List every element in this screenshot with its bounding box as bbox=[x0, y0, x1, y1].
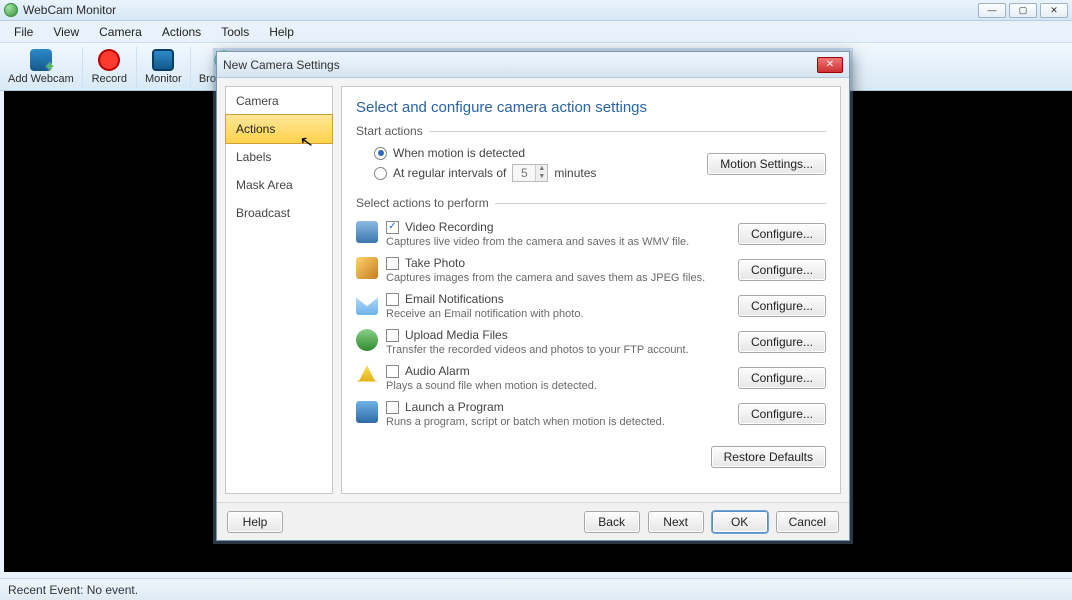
minimize-button[interactable]: — bbox=[978, 3, 1006, 18]
ok-button[interactable]: OK bbox=[712, 511, 768, 533]
new-camera-settings-dialog: New Camera Settings ✕ Camera Actions Lab… bbox=[216, 51, 850, 541]
menu-help[interactable]: Help bbox=[259, 22, 304, 42]
action-desc: Captures images from the camera and save… bbox=[386, 272, 730, 284]
action-title: Audio Alarm bbox=[405, 364, 470, 378]
action-video-recording: Video Recording Captures live video from… bbox=[356, 216, 826, 252]
nav-mask-area[interactable]: Mask Area bbox=[226, 171, 332, 199]
next-button[interactable]: Next bbox=[648, 511, 704, 533]
menu-tools[interactable]: Tools bbox=[211, 22, 259, 42]
checkbox-alarm[interactable] bbox=[386, 365, 399, 378]
configure-alarm-button[interactable]: Configure... bbox=[738, 367, 826, 389]
action-desc: Receive an Email notification with photo… bbox=[386, 308, 730, 320]
checkbox-launch[interactable] bbox=[386, 401, 399, 414]
toolbar-record-label: Record bbox=[91, 73, 128, 85]
action-launch-program: Launch a Program Runs a program, script … bbox=[356, 396, 826, 432]
checkbox-email[interactable] bbox=[386, 293, 399, 306]
action-desc: Transfer the recorded videos and photos … bbox=[386, 344, 730, 356]
radio-interval-post: minutes bbox=[554, 166, 596, 180]
toolbar-monitor-label: Monitor bbox=[145, 73, 182, 85]
select-actions-group: Select actions to perform Video Recordin… bbox=[356, 196, 826, 468]
action-audio-alarm: Audio Alarm Plays a sound file when moti… bbox=[356, 360, 826, 396]
monitor-icon bbox=[152, 49, 174, 71]
action-title: Upload Media Files bbox=[405, 328, 508, 342]
radio-interval-pre: At regular intervals of bbox=[393, 166, 506, 180]
radio-motion-detected[interactable] bbox=[374, 147, 387, 160]
dialog-titlebar: New Camera Settings ✕ bbox=[217, 52, 849, 78]
select-actions-legend: Select actions to perform bbox=[356, 196, 826, 210]
checkbox-take-photo[interactable] bbox=[386, 257, 399, 270]
menubar: File View Camera Actions Tools Help bbox=[0, 21, 1072, 43]
action-email-notifications: Email Notifications Receive an Email not… bbox=[356, 288, 826, 324]
action-title: Launch a Program bbox=[405, 400, 504, 414]
action-take-photo: Take Photo Captures images from the came… bbox=[356, 252, 826, 288]
back-button[interactable]: Back bbox=[584, 511, 640, 533]
titlebar: WebCam Monitor — ▢ ✕ bbox=[0, 0, 1072, 21]
menu-file[interactable]: File bbox=[4, 22, 43, 42]
interval-value: 5 bbox=[513, 166, 535, 180]
maximize-button[interactable]: ▢ bbox=[1009, 3, 1037, 18]
action-desc: Runs a program, script or batch when mot… bbox=[386, 416, 730, 428]
bell-icon bbox=[356, 365, 378, 387]
restore-defaults-button[interactable]: Restore Defaults bbox=[711, 446, 826, 468]
menu-view[interactable]: View bbox=[43, 22, 89, 42]
app-title: WebCam Monitor bbox=[23, 3, 975, 17]
action-desc: Captures live video from the camera and … bbox=[386, 236, 730, 248]
toolbar-record[interactable]: Record bbox=[82, 47, 136, 87]
help-button[interactable]: Help bbox=[227, 511, 283, 533]
dialog-title: New Camera Settings bbox=[223, 58, 340, 72]
cancel-button[interactable]: Cancel bbox=[776, 511, 839, 533]
menu-actions[interactable]: Actions bbox=[152, 22, 211, 42]
nav-broadcast[interactable]: Broadcast bbox=[226, 199, 332, 227]
action-upload-media: Upload Media Files Transfer the recorded… bbox=[356, 324, 826, 360]
interval-spinner[interactable]: 5 ▲▼ bbox=[512, 164, 548, 182]
configure-launch-button[interactable]: Configure... bbox=[738, 403, 826, 425]
configure-video-button[interactable]: Configure... bbox=[738, 223, 826, 245]
status-text: Recent Event: No event. bbox=[8, 583, 138, 597]
dialog-nav: Camera Actions Labels Mask Area Broadcas… bbox=[225, 86, 333, 494]
program-icon bbox=[356, 401, 378, 423]
statusbar: Recent Event: No event. bbox=[0, 578, 1072, 600]
nav-actions[interactable]: Actions bbox=[225, 114, 333, 144]
dialog-footer: Help Back Next OK Cancel bbox=[217, 502, 849, 540]
configure-photo-button[interactable]: Configure... bbox=[738, 259, 826, 281]
upload-icon bbox=[356, 329, 378, 351]
nav-camera[interactable]: Camera bbox=[226, 87, 332, 115]
start-actions-group: Start actions When motion is detected At… bbox=[356, 124, 826, 184]
app-icon bbox=[4, 3, 18, 17]
start-actions-legend: Start actions bbox=[356, 124, 826, 138]
configure-email-button[interactable]: Configure... bbox=[738, 295, 826, 317]
nav-labels[interactable]: Labels bbox=[226, 143, 332, 171]
content-heading: Select and configure camera action setti… bbox=[356, 99, 826, 116]
toolbar-add-webcam[interactable]: Add Webcam bbox=[0, 47, 82, 87]
record-icon bbox=[98, 49, 120, 71]
radio-motion-label: When motion is detected bbox=[393, 146, 525, 160]
email-icon bbox=[356, 293, 378, 315]
motion-settings-button[interactable]: Motion Settings... bbox=[707, 153, 826, 175]
close-button[interactable]: ✕ bbox=[1040, 3, 1068, 18]
take-photo-icon bbox=[356, 257, 378, 279]
checkbox-video-recording[interactable] bbox=[386, 221, 399, 234]
webcam-add-icon bbox=[30, 49, 52, 71]
menu-camera[interactable]: Camera bbox=[89, 22, 152, 42]
configure-upload-button[interactable]: Configure... bbox=[738, 331, 826, 353]
spinner-buttons-icon[interactable]: ▲▼ bbox=[535, 165, 547, 181]
dialog-close-button[interactable]: ✕ bbox=[817, 57, 843, 73]
toolbar-add-label: Add Webcam bbox=[8, 73, 74, 85]
action-title: Video Recording bbox=[405, 220, 494, 234]
action-title: Email Notifications bbox=[405, 292, 504, 306]
radio-regular-interval[interactable] bbox=[374, 167, 387, 180]
action-title: Take Photo bbox=[405, 256, 465, 270]
dialog-content: Select and configure camera action setti… bbox=[341, 86, 841, 494]
action-desc: Plays a sound file when motion is detect… bbox=[386, 380, 730, 392]
toolbar-monitor[interactable]: Monitor bbox=[136, 47, 190, 87]
video-recording-icon bbox=[356, 221, 378, 243]
checkbox-upload[interactable] bbox=[386, 329, 399, 342]
